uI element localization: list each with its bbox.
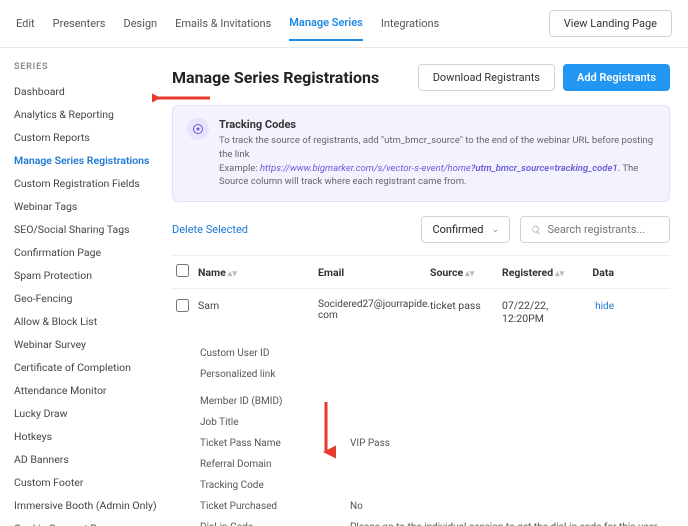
detail-personalized-link-label: Personalized link (200, 369, 350, 380)
row-hide-link[interactable]: hide (595, 301, 614, 312)
tracking-body: To track the source of registrants, add … (219, 134, 655, 189)
row-registered: 07/22/22, 12:20PM (502, 299, 578, 325)
row-source: ticket pass (430, 299, 502, 312)
topnav-edit[interactable]: Edit (16, 17, 35, 30)
detail-ticket-purchased-value: No (350, 501, 666, 512)
detail-ticket-pass-name-label: Ticket Pass Name (200, 438, 350, 449)
detail-job-title-label: Job Title (200, 417, 350, 428)
status-filter-select[interactable]: Confirmed ⌄ (421, 216, 510, 243)
row-name: Sam (198, 299, 318, 312)
add-registrants-button[interactable]: Add Registrants (563, 64, 670, 91)
search-registrants-box[interactable] (520, 216, 670, 243)
sidebar-item-confirmation-page[interactable]: Confirmation Page (14, 241, 158, 264)
topnav: Edit Presenters Design Emails & Invitati… (0, 0, 688, 48)
sidebar-item-webinar-tags[interactable]: Webinar Tags (14, 195, 158, 218)
main: Manage Series Registrations Download Reg… (168, 48, 688, 526)
detail-ticket-pass-name-value: VIP Pass (350, 438, 666, 449)
tracking-codes-panel: Tracking Codes To track the source of re… (172, 105, 670, 202)
detail-tracking-code-label: Tracking Code (200, 480, 350, 491)
chevron-down-icon: ⌄ (491, 225, 499, 235)
sidebar-item-custom-registration-fields[interactable]: Custom Registration Fields (14, 172, 158, 195)
topnav-manage-series[interactable]: Manage Series (289, 16, 363, 41)
sidebar-item-geo-fencing[interactable]: Geo-Fencing (14, 287, 158, 310)
sidebar-item-seo-tags[interactable]: SEO/Social Sharing Tags (14, 218, 158, 241)
table-row: Sam Socidered27@jourrapide.com ticket pa… (172, 289, 670, 335)
topnav-integrations[interactable]: Integrations (381, 17, 439, 30)
topnav-emails[interactable]: Emails & Invitations (175, 17, 271, 30)
tracking-icon (187, 118, 209, 140)
topnav-presenters[interactable]: Presenters (53, 17, 106, 30)
search-input[interactable] (547, 223, 659, 236)
sidebar-item-dashboard[interactable]: Dashboard (14, 80, 158, 103)
sort-icon: ▴▾ (465, 269, 474, 279)
download-registrants-button[interactable]: Download Registrants (418, 64, 555, 91)
sort-icon: ▴▾ (555, 269, 564, 279)
row-checkbox[interactable] (176, 299, 189, 312)
sidebar-item-custom-reports[interactable]: Custom Reports (14, 126, 158, 149)
sidebar-item-immersive-booth[interactable]: Immersive Booth (Admin Only) (14, 494, 158, 517)
sidebar: SERIES Dashboard Analytics & Reporting C… (0, 48, 168, 526)
col-data: Data (578, 266, 614, 279)
sidebar-item-manage-series-registrations[interactable]: Manage Series Registrations (14, 149, 158, 172)
sidebar-item-certificate[interactable]: Certificate of Completion (14, 356, 158, 379)
col-registered[interactable]: Registered▴▾ (502, 266, 578, 279)
page-title: Manage Series Registrations (172, 68, 410, 87)
delete-selected-link[interactable]: Delete Selected (172, 223, 248, 236)
sidebar-heading: SERIES (14, 62, 158, 72)
sidebar-item-webinar-survey[interactable]: Webinar Survey (14, 333, 158, 356)
table-header: Name▴▾ Email Source▴▾ Registered▴▾ Data (172, 255, 670, 289)
registrant-details: Custom User ID Personalized link Member … (172, 335, 670, 526)
sidebar-item-custom-footer[interactable]: Custom Footer (14, 471, 158, 494)
sidebar-item-cookie-consent[interactable]: Cookie Consent Bar (14, 517, 158, 526)
sidebar-item-allow-block-list[interactable]: Allow & Block List (14, 310, 158, 333)
tracking-title: Tracking Codes (219, 118, 655, 131)
sidebar-item-spam-protection[interactable]: Spam Protection (14, 264, 158, 287)
detail-referral-domain-label: Referral Domain (200, 459, 350, 470)
sidebar-item-lucky-draw[interactable]: Lucky Draw (14, 402, 158, 425)
sort-icon: ▴▾ (228, 269, 237, 279)
sidebar-item-analytics[interactable]: Analytics & Reporting (14, 103, 158, 126)
col-name[interactable]: Name▴▾ (198, 266, 318, 279)
search-icon (531, 224, 541, 236)
detail-custom-user-id-label: Custom User ID (200, 348, 350, 359)
view-landing-button[interactable]: View Landing Page (549, 10, 672, 37)
detail-dialin-code-value: Please go to the individual session to g… (350, 522, 666, 526)
detail-member-id-label: Member ID (BMID) (200, 396, 350, 407)
row-email: Socidered27@jourrapide.com (318, 299, 430, 321)
topnav-design[interactable]: Design (123, 17, 157, 30)
detail-dialin-code-label: Dial-in Code (200, 522, 350, 526)
col-email: Email (318, 266, 430, 279)
sidebar-item-ad-banners[interactable]: AD Banners (14, 448, 158, 471)
status-filter-value: Confirmed (432, 223, 483, 236)
sidebar-item-hotkeys[interactable]: Hotkeys (14, 425, 158, 448)
col-source[interactable]: Source▴▾ (430, 266, 502, 279)
sidebar-item-attendance-monitor[interactable]: Attendance Monitor (14, 379, 158, 402)
select-all-checkbox[interactable] (176, 264, 189, 277)
detail-ticket-purchased-label: Ticket Purchased (200, 501, 350, 512)
